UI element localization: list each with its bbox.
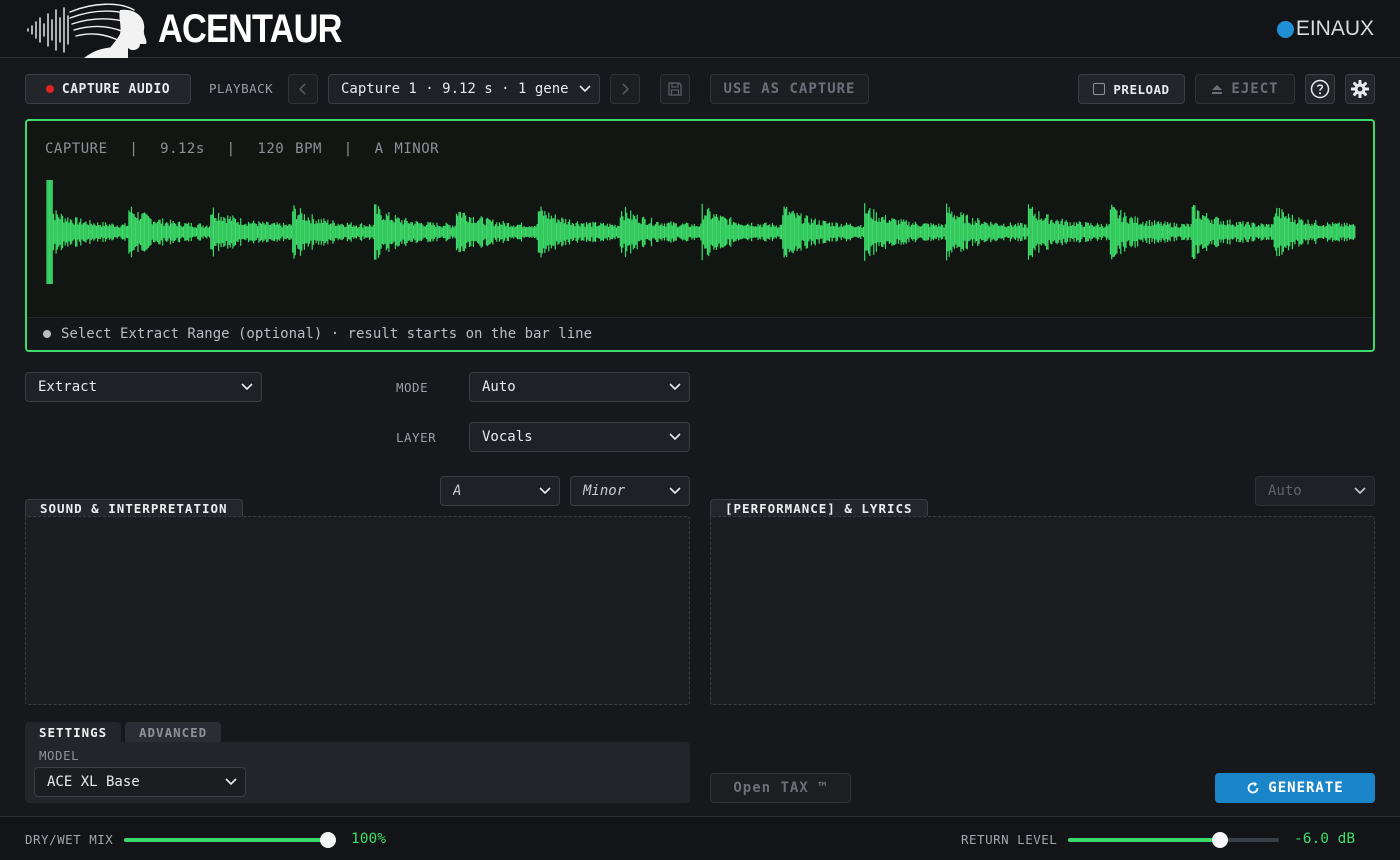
floppy-disk-icon — [668, 82, 682, 96]
chevron-down-icon — [661, 433, 689, 441]
hint-dot-icon — [43, 330, 51, 338]
chevron-down-icon — [531, 487, 559, 495]
app-title: ACENTAUR — [158, 7, 342, 51]
model-label: MODEL — [39, 748, 80, 763]
sound-interpretation-input[interactable] — [25, 516, 690, 705]
capture-select-value: Capture 1 · 9.12 s · 1 generation — [341, 81, 571, 97]
model-select-value: ACE XL Base — [47, 774, 140, 790]
tab-advanced[interactable]: ADVANCED — [125, 722, 222, 743]
waveform-panel[interactable]: CAPTURE | 9.12s | 120 BPM | A MINOR Sele… — [25, 119, 1375, 352]
generate-button[interactable]: GENERATE — [1215, 773, 1375, 803]
eject-button[interactable]: EJECT — [1195, 74, 1295, 104]
drywet-slider-handle[interactable] — [320, 832, 336, 848]
previous-capture-button[interactable] — [288, 74, 318, 104]
refresh-icon — [1247, 781, 1259, 794]
model-select[interactable]: ACE XL Base — [34, 767, 246, 797]
capture-select[interactable]: Capture 1 · 9.12 s · 1 generation — [328, 74, 600, 104]
help-icon — [1310, 79, 1330, 99]
extract-range-hint: Select Extract Range (optional) · result… — [27, 317, 1373, 350]
capture-info: CAPTURE | 9.12s | 120 BPM | A MINOR — [45, 141, 440, 157]
mode-select[interactable]: Auto — [469, 372, 690, 402]
help-button[interactable] — [1305, 74, 1335, 104]
eject-label: EJECT — [1231, 81, 1279, 97]
generate-label: GENERATE — [1268, 780, 1344, 796]
layer-label: LAYER — [396, 430, 437, 445]
company-name: EINAUX — [1295, 17, 1374, 40]
scale-select[interactable]: Minor — [570, 476, 690, 506]
scale-select-value: Minor — [583, 483, 626, 499]
layer-select[interactable]: Vocals — [469, 422, 690, 452]
capture-audio-label: CAPTURE AUDIO — [61, 81, 171, 97]
return-level-value: -6.0 dB — [1294, 831, 1356, 847]
task-select-value: Extract — [38, 379, 98, 395]
chevron-left-icon — [298, 83, 306, 95]
performance-lyrics-tab: [PERFORMANCE] & LYRICS — [710, 499, 928, 517]
sound-interpretation-tab: SOUND & INTERPRETATION — [25, 499, 243, 517]
waveform-trace — [46, 180, 1356, 284]
waveform-display[interactable] — [27, 161, 1373, 311]
chevron-down-icon — [661, 383, 689, 391]
lyrics-language-placeholder: Auto — [1268, 483, 1302, 499]
company-logo: EINAUX — [1276, 17, 1374, 41]
drywet-value: 100% — [351, 831, 386, 847]
chevron-down-icon — [217, 778, 245, 786]
preload-label: PRELOAD — [1113, 81, 1170, 97]
chevron-down-icon — [661, 487, 689, 495]
preload-checkbox[interactable] — [1093, 83, 1106, 95]
open-tax-button[interactable]: Open TAX ™ — [710, 773, 851, 803]
company-dot-icon — [1276, 20, 1294, 38]
centaur-logo-icon — [27, 3, 147, 58]
mix-footer: DRY/WET MIX 100% RETURN LEVEL -6.0 dB — [0, 816, 1400, 860]
lyrics-language-select[interactable]: Auto — [1255, 476, 1375, 506]
tab-settings[interactable]: SETTINGS — [25, 722, 122, 743]
chevron-down-icon — [233, 383, 261, 391]
extract-range-hint-text: Select Extract Range (optional) · result… — [61, 326, 593, 342]
chevron-down-icon — [1346, 487, 1374, 495]
key-select-value: A — [453, 483, 462, 499]
chevron-down-icon — [571, 85, 599, 93]
performance-lyrics-input[interactable] — [710, 516, 1375, 705]
chevron-right-icon — [622, 83, 630, 95]
capture-audio-button[interactable]: CAPTURE AUDIO — [25, 74, 191, 104]
settings-button[interactable] — [1345, 74, 1375, 104]
mode-label: MODE — [396, 380, 429, 395]
return-level-label: RETURN LEVEL — [961, 832, 1058, 847]
key-select[interactable]: A — [440, 476, 560, 506]
return-slider-fill — [1068, 838, 1220, 842]
drywet-label: DRY/WET MIX — [25, 832, 114, 847]
record-dot-icon — [45, 85, 54, 93]
eject-icon — [1212, 85, 1223, 94]
next-capture-button[interactable] — [610, 74, 640, 104]
preload-toggle[interactable]: PRELOAD — [1078, 74, 1185, 104]
mode-select-value: Auto — [482, 379, 516, 395]
app-header: ACENTAUR EINAUX — [0, 0, 1400, 58]
return-slider-handle[interactable] — [1211, 832, 1228, 848]
layer-select-value: Vocals — [482, 429, 533, 445]
gear-icon — [1351, 80, 1369, 98]
drywet-slider-fill — [124, 838, 328, 842]
save-capture-button[interactable] — [660, 74, 690, 104]
use-as-capture-button[interactable]: USE AS CAPTURE — [710, 74, 869, 104]
playback-label: PLAYBACK — [209, 81, 274, 96]
task-select[interactable]: Extract — [25, 372, 262, 402]
